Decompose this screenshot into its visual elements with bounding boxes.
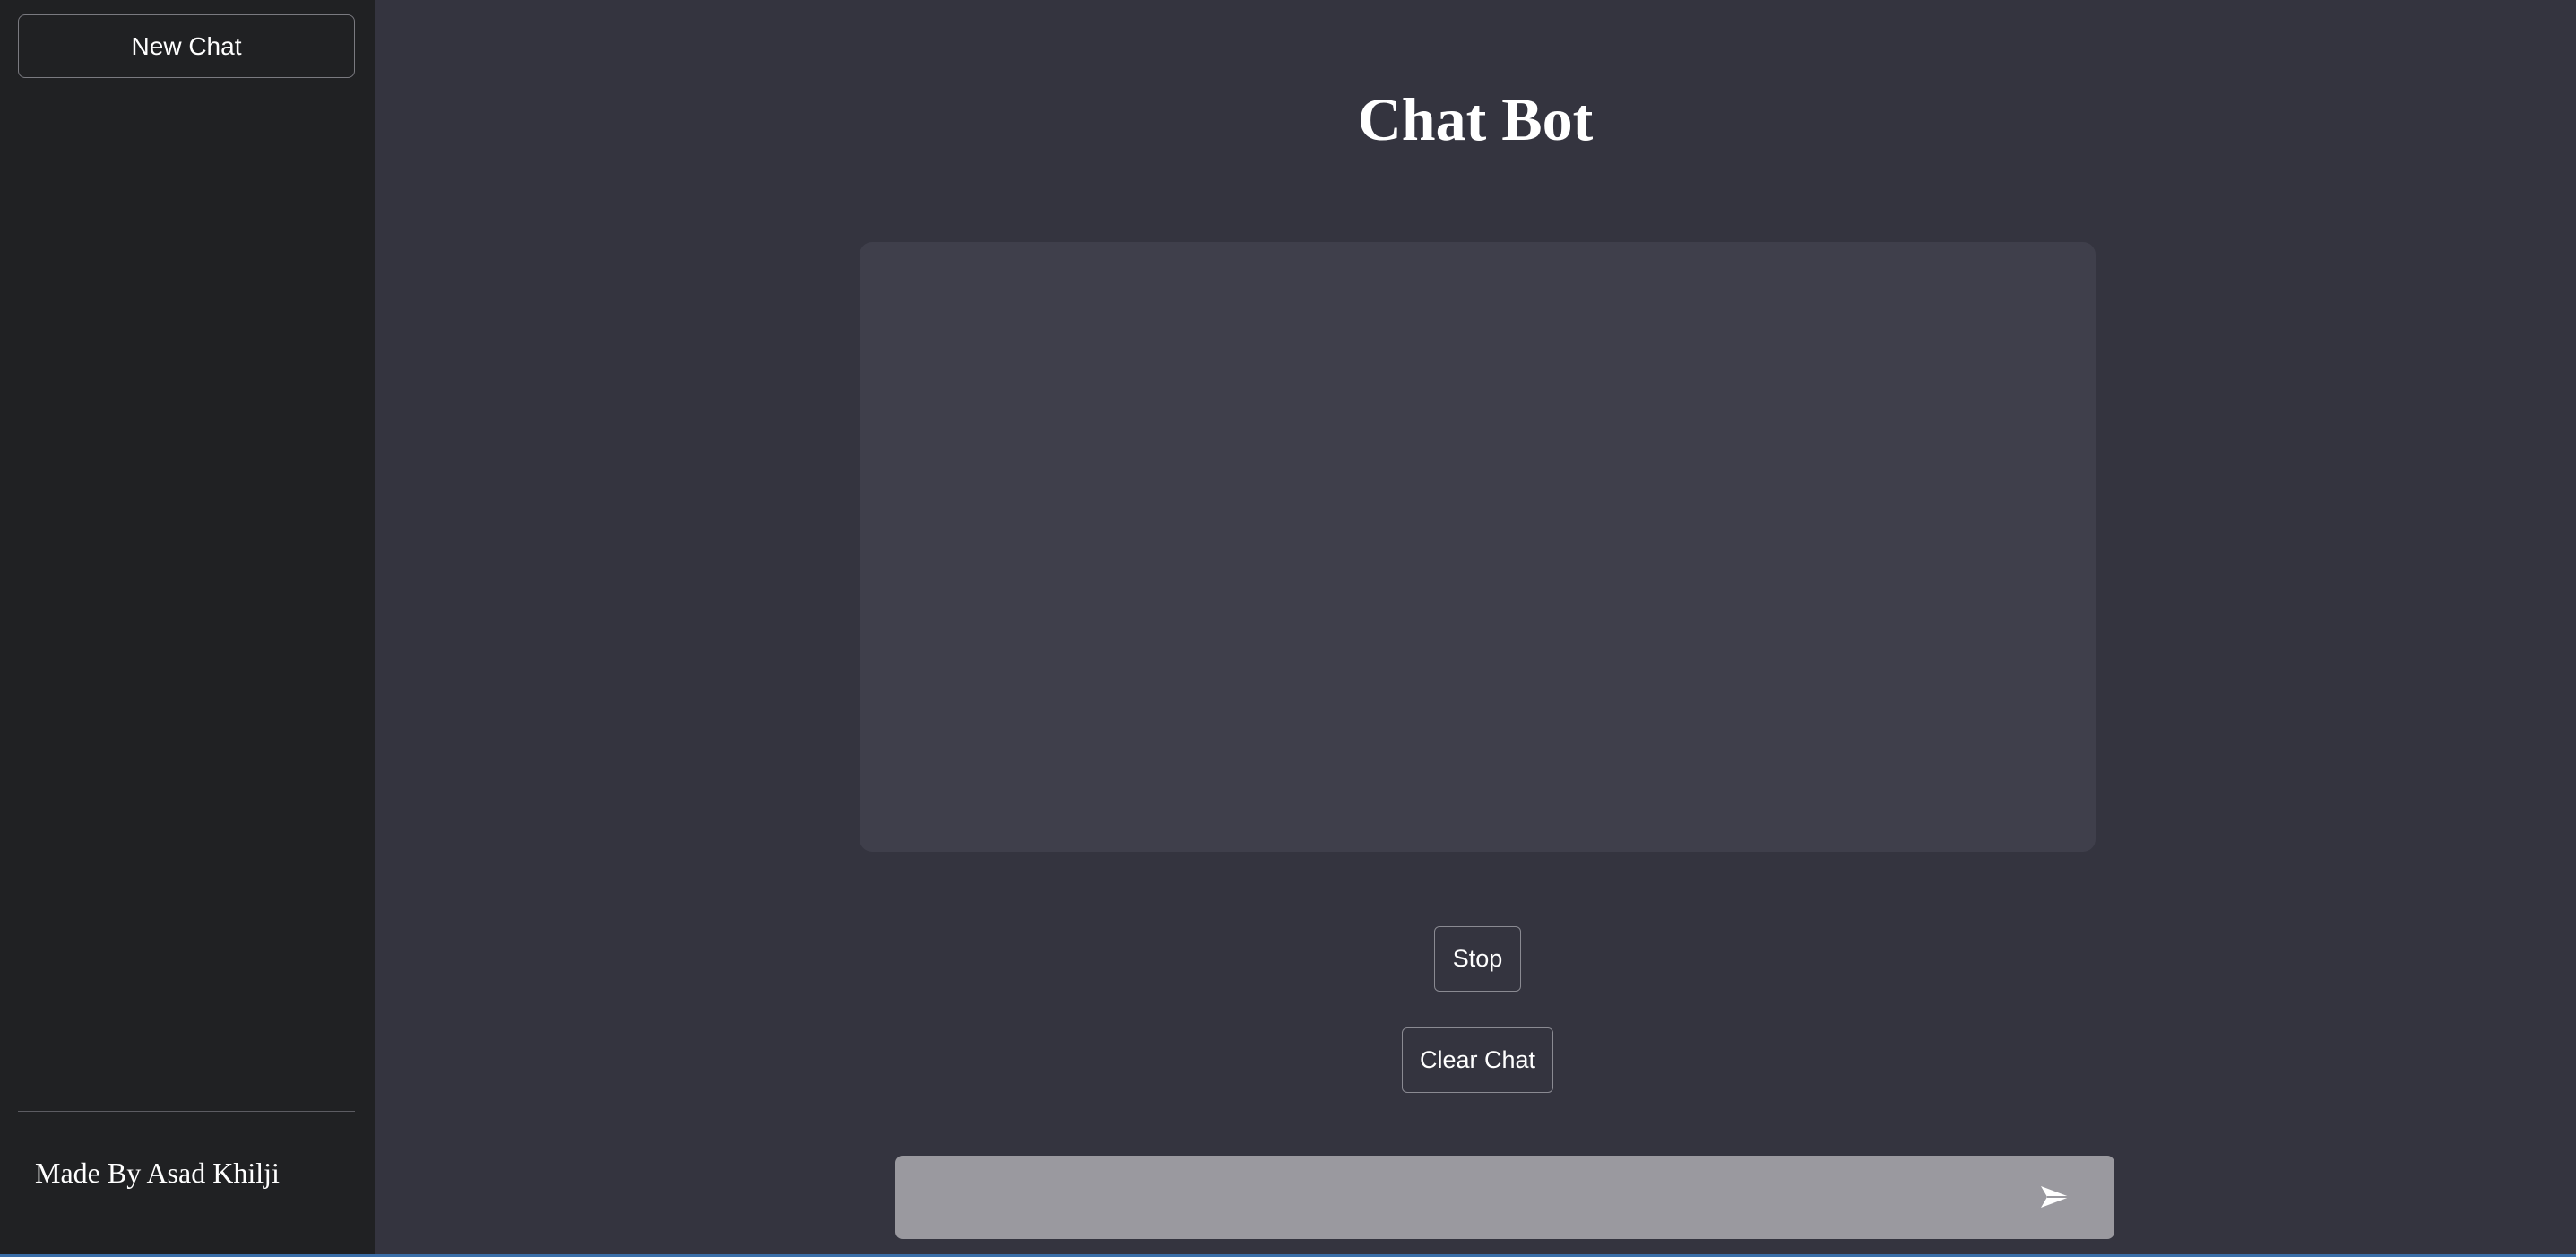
chat-messages-area xyxy=(860,242,2096,852)
send-button[interactable] xyxy=(2039,1183,2071,1211)
app-window: New Chat Made By Asad Khilji Chat Bot St… xyxy=(0,0,2576,1257)
message-input[interactable] xyxy=(913,1156,2010,1241)
new-chat-button[interactable]: New Chat xyxy=(18,14,355,78)
clear-chat-button[interactable]: Clear Chat xyxy=(1402,1027,1553,1093)
send-icon xyxy=(2041,1186,2070,1208)
sidebar-divider xyxy=(18,1111,355,1112)
sidebar: New Chat Made By Asad Khilji xyxy=(0,0,375,1257)
message-input-bar xyxy=(895,1156,2114,1241)
credit-text: Made By Asad Khilji xyxy=(35,1157,280,1189)
main-panel: Chat Bot Stop Clear Chat xyxy=(375,0,2576,1257)
stop-button[interactable]: Stop xyxy=(1434,926,1521,992)
page-title: Chat Bot xyxy=(1357,85,1594,153)
